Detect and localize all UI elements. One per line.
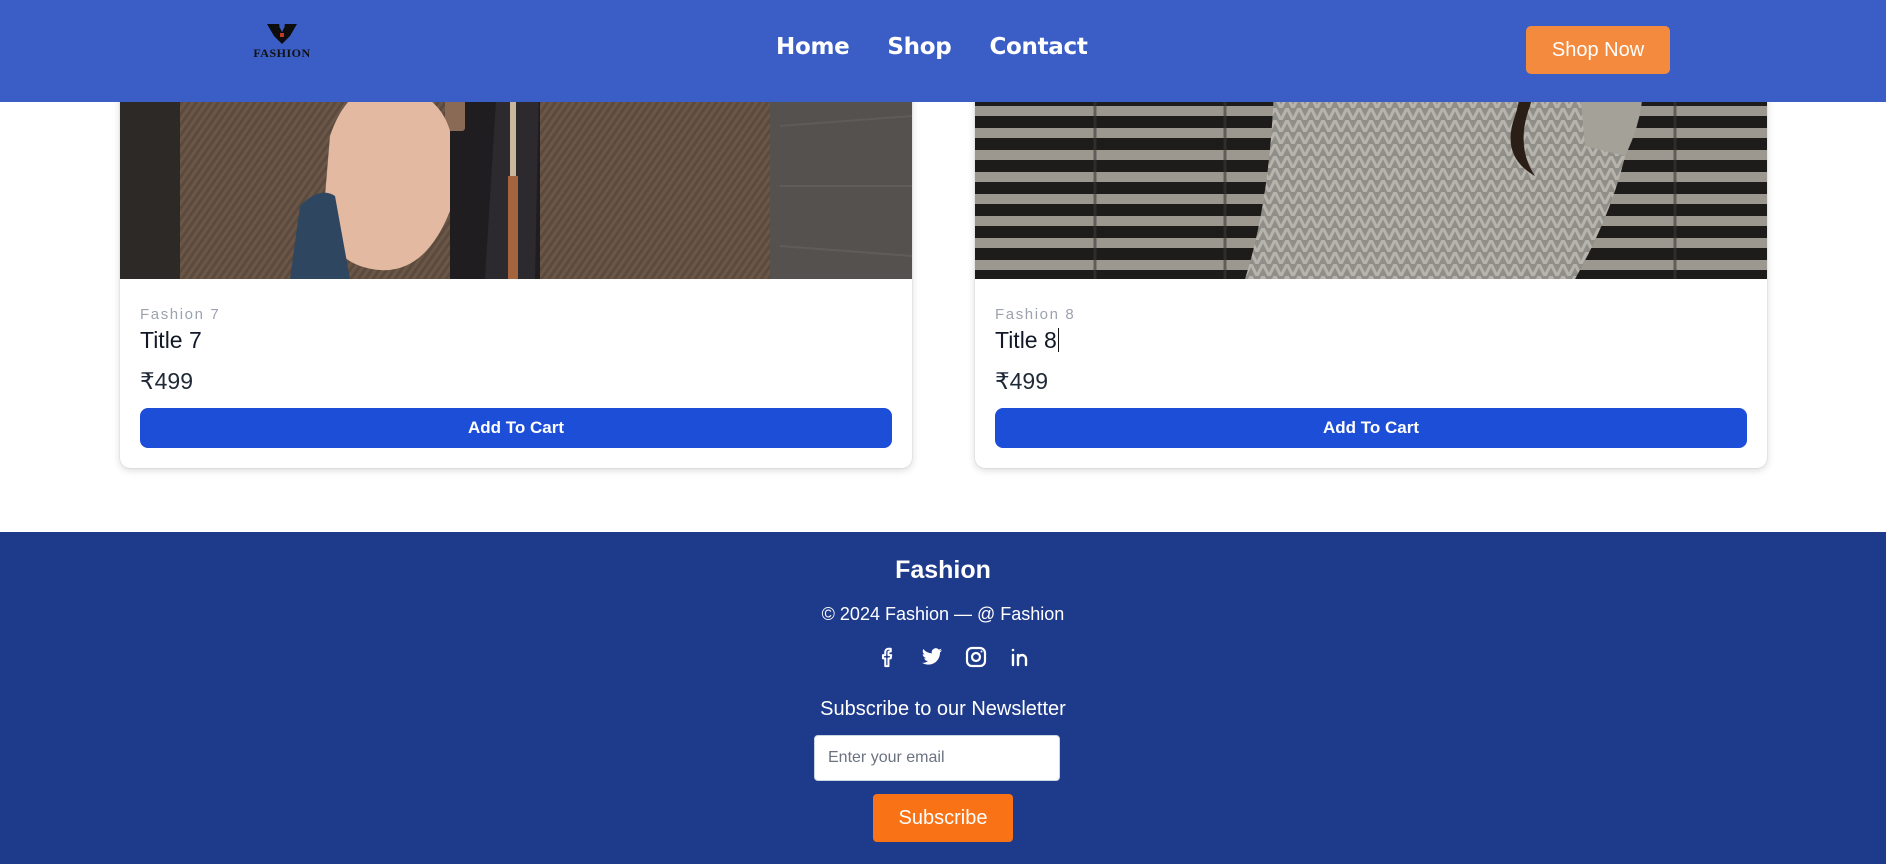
- add-to-cart-button[interactable]: Add To Cart: [140, 408, 892, 448]
- text-caret: [1057, 328, 1060, 352]
- email-field[interactable]: [814, 735, 1060, 781]
- logo-text: FASHION: [253, 46, 311, 60]
- nav-shop-link[interactable]: Shop: [887, 34, 951, 60]
- newsletter-label: Subscribe to our Newsletter: [820, 698, 1066, 720]
- instagram-icon[interactable]: [963, 644, 989, 670]
- tuxedo-icon: [267, 24, 297, 44]
- product-title: Title 8: [995, 327, 1747, 357]
- footer-copyright: © 2024 Fashion — @ Fashion: [821, 604, 1065, 624]
- product-title: Title 7: [140, 327, 202, 353]
- product-price: ₹499: [140, 368, 194, 394]
- product-category: Fashion 8: [995, 306, 1076, 323]
- facebook-icon[interactable]: [875, 644, 901, 670]
- add-to-cart-button[interactable]: Add To Cart: [995, 408, 1747, 448]
- shop-now-button[interactable]: Shop Now: [1526, 26, 1670, 74]
- product-title-text: Title 8: [995, 327, 1057, 353]
- nav-contact-link[interactable]: Contact: [989, 34, 1087, 60]
- product-price: ₹499: [995, 368, 1049, 394]
- site-header: FASHION Home Shop Contact Shop Now: [0, 0, 1886, 102]
- subscribe-button[interactable]: Subscribe: [873, 794, 1013, 842]
- main-nav: Home Shop Contact: [776, 34, 1088, 60]
- social-links: [875, 644, 1033, 670]
- product-category: Fashion 7: [140, 306, 221, 323]
- nav-home-link[interactable]: Home: [776, 34, 850, 60]
- footer-brand: Fashion: [895, 556, 991, 584]
- linkedin-icon[interactable]: [1007, 644, 1033, 670]
- site-footer: Fashion © 2024 Fashion — @ Fashion Subsc…: [0, 532, 1886, 864]
- twitter-icon[interactable]: [919, 644, 945, 670]
- brand-logo[interactable]: FASHION: [243, 22, 321, 64]
